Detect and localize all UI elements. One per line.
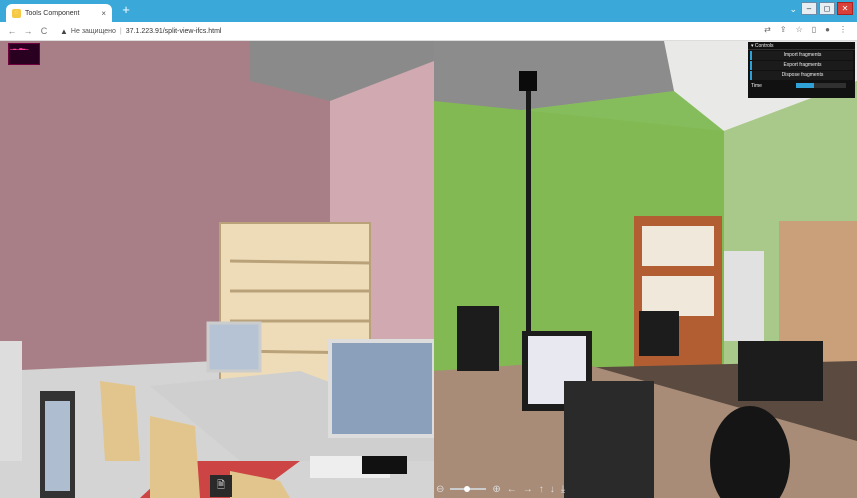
minimize-button[interactable]: – xyxy=(801,2,817,15)
time-label: Time xyxy=(751,82,762,89)
reload-button[interactable]: C xyxy=(38,26,50,36)
zoom-slider-knob[interactable] xyxy=(463,486,470,492)
zoom-in-icon[interactable]: ⊕ xyxy=(492,484,500,495)
tab-search-dropdown-icon[interactable]: ⌄ xyxy=(789,4,797,15)
ifc-model-render xyxy=(0,41,434,498)
performance-stats-panel: ▁▂▁▃▂▁ xyxy=(8,43,40,65)
photo-render xyxy=(434,41,857,498)
menu-icon[interactable]: ⋮ xyxy=(839,25,847,34)
export-fragments-button[interactable]: Export fragments xyxy=(750,61,853,70)
ifc-model-view[interactable]: ▁▂▁▃▂▁ 🗎 xyxy=(0,41,434,498)
time-slider[interactable] xyxy=(796,83,846,88)
forward-button[interactable]: → xyxy=(22,26,34,36)
point-cloud-photo-view[interactable]: ▾ Controls Import fragments Export fragm… xyxy=(434,41,857,498)
photo-navigation-toolbar: ⊖ ⊕ ← → ↑ ↓ ⤓ xyxy=(436,481,565,497)
controls-panel: ▾ Controls Import fragments Export fragm… xyxy=(748,42,855,98)
translate-icon[interactable]: ⇄ xyxy=(764,25,771,34)
tab-close-icon[interactable]: × xyxy=(101,9,106,18)
url-text[interactable]: 37.1.223.91/split-view-ifcs.html xyxy=(126,28,222,35)
time-control: Time xyxy=(748,81,855,90)
browser-tab[interactable]: ◌ Tools Component × xyxy=(6,4,112,22)
back-button[interactable]: ← xyxy=(6,26,18,36)
address-bar: ← → C ▲ Не защищено | 37.1.223.91/split-… xyxy=(0,22,857,41)
url-field[interactable]: ▲ Не защищено | 37.1.223.91/split-view-i… xyxy=(60,24,221,38)
security-status[interactable]: Не защищено xyxy=(71,28,116,35)
warning-icon[interactable]: ▲ xyxy=(60,27,68,36)
split-view-viewport[interactable]: ▁▂▁▃▂▁ 🗎 ▾ Controls Import fragments Exp… xyxy=(0,41,857,498)
arrow-down-icon[interactable]: ↓ xyxy=(550,484,555,495)
browser-tab-strip: ◌ Tools Component × + ⌄ – ◻ ✕ xyxy=(0,0,857,22)
zoom-out-icon[interactable]: ⊖ xyxy=(436,484,444,495)
download-icon[interactable]: ⤓ xyxy=(561,484,565,495)
share-icon[interactable]: ⇪ xyxy=(780,25,787,34)
favicon-icon: ◌ xyxy=(12,8,21,18)
arrow-right-icon[interactable]: → xyxy=(523,484,533,495)
maximize-button[interactable]: ◻ xyxy=(819,2,835,15)
sidebar-icon[interactable]: ▯ xyxy=(812,25,816,34)
arrow-up-icon[interactable]: ↑ xyxy=(539,484,544,495)
dispose-fragments-button[interactable]: Dispose fragments xyxy=(750,71,853,80)
star-icon[interactable]: ☆ xyxy=(796,25,803,34)
profile-icon[interactable]: ● xyxy=(825,25,830,34)
tab-title: Tools Component xyxy=(25,9,80,17)
document-button[interactable]: 🗎 xyxy=(210,475,232,497)
close-window-button[interactable]: ✕ xyxy=(837,2,853,15)
arrow-left-icon[interactable]: ← xyxy=(507,484,517,495)
time-slider-fill xyxy=(796,83,814,88)
url-separator: | xyxy=(119,27,122,35)
new-tab-button[interactable]: + xyxy=(120,3,132,16)
import-fragments-button[interactable]: Import fragments xyxy=(750,51,853,60)
controls-title[interactable]: ▾ Controls xyxy=(748,42,855,50)
zoom-slider[interactable] xyxy=(450,486,487,492)
